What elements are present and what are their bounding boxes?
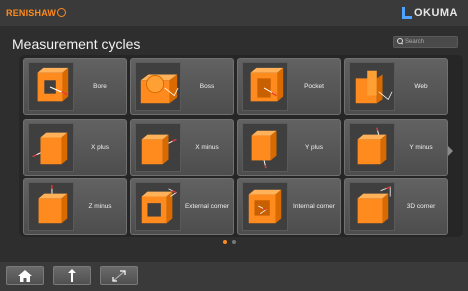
cycle-tile-web[interactable]: Web xyxy=(344,58,448,115)
page-dot-1[interactable] xyxy=(223,240,227,244)
search-input[interactable]: Search xyxy=(393,36,458,48)
cycle-tile-label: External corner xyxy=(184,203,230,210)
boss-icon xyxy=(135,62,181,111)
cycle-tile-label: Internal corner xyxy=(293,203,335,210)
y-plus-icon xyxy=(242,123,288,172)
internal-corner-icon xyxy=(242,182,288,231)
cycle-tile-bore[interactable]: Bore xyxy=(23,58,127,115)
cycle-tile-label: Pocket xyxy=(304,83,324,90)
x-plus-icon xyxy=(28,123,74,172)
cycle-tile-label: Z minus xyxy=(88,203,112,210)
cycle-tile-y-minus[interactable]: Y minus xyxy=(344,119,448,176)
top-bar: RENISHAW OKUMA xyxy=(0,0,468,26)
external-corner-icon xyxy=(135,182,181,231)
cycle-tile-3d-corner[interactable]: 3D corner xyxy=(344,178,448,235)
cycle-tile-label: Y minus xyxy=(409,144,433,151)
okuma-mark-icon xyxy=(401,6,412,20)
page-dot-2[interactable] xyxy=(232,240,236,244)
bore-icon xyxy=(28,62,74,111)
home-icon xyxy=(18,269,32,282)
cycle-tile-label: X plus xyxy=(90,144,110,151)
3d-corner-icon xyxy=(349,182,395,231)
page-indicator xyxy=(223,240,236,244)
up-button[interactable] xyxy=(53,266,91,285)
okuma-logo: OKUMA xyxy=(401,5,458,21)
page-title: Measurement cycles xyxy=(12,36,141,52)
cycle-tile-label: 3D corner xyxy=(406,203,436,210)
cycle-tile-x-minus[interactable]: X minus xyxy=(130,119,234,176)
cycle-tile-y-plus[interactable]: Y plus xyxy=(237,119,341,176)
y-minus-icon xyxy=(349,123,395,172)
home-button[interactable] xyxy=(6,266,44,285)
cycle-tile-external-corner[interactable]: External corner xyxy=(130,178,234,235)
up-arrow-icon xyxy=(68,269,76,282)
fullscreen-toggle-icon xyxy=(112,269,126,282)
web-icon xyxy=(349,62,395,111)
cycle-tile-boss[interactable]: Boss xyxy=(130,58,234,115)
search-icon xyxy=(397,38,403,44)
cycle-tile-z-minus[interactable]: Z minus xyxy=(23,178,127,235)
cycle-tile-pocket[interactable]: Pocket xyxy=(237,58,341,115)
pocket-icon xyxy=(242,62,288,111)
cycle-tile-label: Boss xyxy=(199,83,215,90)
cycle-tile-label: X minus xyxy=(195,144,219,151)
cycle-tile-internal-corner[interactable]: Internal corner xyxy=(237,178,341,235)
x-minus-icon xyxy=(135,123,181,172)
search-placeholder: Search xyxy=(405,39,425,45)
cycle-tile-label: Bore xyxy=(93,83,107,90)
cycle-tile-label: Y plus xyxy=(305,144,323,151)
next-page-arrow-icon[interactable] xyxy=(448,146,453,156)
fullscreen-toggle-button[interactable] xyxy=(100,266,138,285)
renishaw-logo: RENISHAW xyxy=(6,8,67,18)
cycle-tile-x-plus[interactable]: X plus xyxy=(23,119,127,176)
z-minus-icon xyxy=(28,182,74,231)
cycle-tile-label: Web xyxy=(414,83,428,90)
